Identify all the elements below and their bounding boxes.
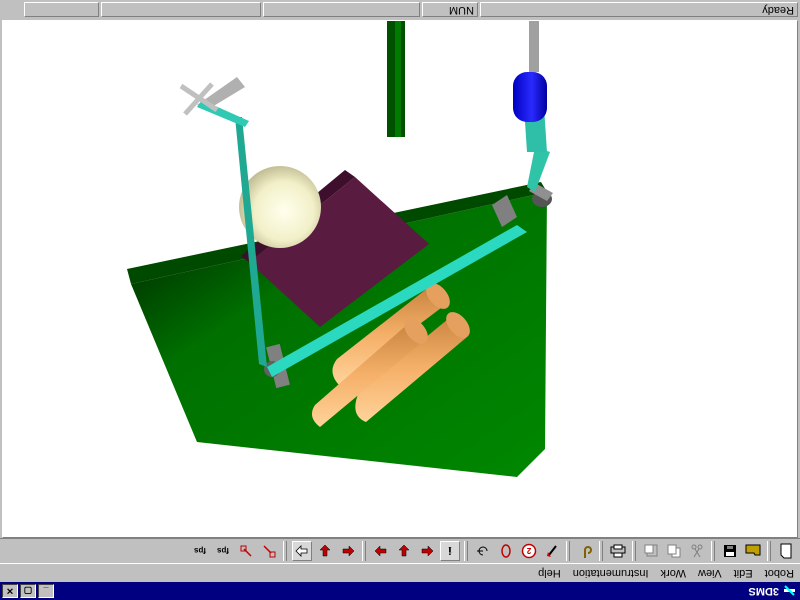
arrow-left-icon bbox=[342, 545, 355, 557]
status-text: Ready bbox=[480, 2, 798, 18]
status-pane-4 bbox=[101, 2, 261, 18]
step-label: 2 bbox=[526, 546, 532, 555]
move-down-button[interactable] bbox=[394, 541, 414, 561]
robot-arrow-button[interactable] bbox=[542, 541, 562, 561]
arrow-right-icon bbox=[295, 545, 308, 557]
move-left-button[interactable] bbox=[417, 541, 437, 561]
toolbar-separator bbox=[283, 541, 287, 561]
paste-icon bbox=[644, 544, 658, 557]
menu-work[interactable]: Work bbox=[655, 567, 692, 579]
copy-icon bbox=[667, 544, 681, 558]
move-left-icon bbox=[421, 545, 434, 557]
new-document-icon bbox=[780, 543, 792, 559]
red-arrow-1-button[interactable] bbox=[259, 541, 279, 561]
robot-arrow-icon bbox=[547, 545, 557, 557]
cut-button[interactable] bbox=[687, 541, 707, 561]
print-button[interactable] bbox=[608, 541, 628, 561]
step-button[interactable]: 2 bbox=[519, 541, 539, 561]
paste-button[interactable] bbox=[641, 541, 661, 561]
menu-instrumentation[interactable]: Instrumentation bbox=[567, 567, 655, 579]
move-down-icon bbox=[398, 544, 410, 557]
toolbar-separator bbox=[464, 541, 468, 561]
close-button[interactable]: ✕ bbox=[2, 584, 18, 598]
3d-viewport[interactable] bbox=[2, 20, 798, 538]
window-title: 3DMS bbox=[748, 585, 779, 597]
status-pane-5 bbox=[24, 2, 99, 18]
open-button[interactable] bbox=[743, 541, 763, 561]
arrow-down-icon bbox=[319, 544, 331, 557]
upper-post-green bbox=[387, 20, 405, 137]
fps-button-2[interactable]: fps bbox=[190, 541, 210, 561]
new-button[interactable] bbox=[776, 541, 796, 561]
status-pane-3 bbox=[263, 2, 420, 18]
maximize-button[interactable]: ▢ bbox=[20, 584, 36, 598]
info-icon: i bbox=[448, 544, 452, 559]
save-disk-icon bbox=[724, 545, 736, 557]
app-icon bbox=[783, 584, 797, 598]
move-right-button[interactable] bbox=[371, 541, 391, 561]
circle-button[interactable] bbox=[496, 541, 516, 561]
target-icon bbox=[477, 546, 488, 556]
app-window: 3DMS _ ▢ ✕ Robot Edit View Work Instrume… bbox=[0, 0, 800, 600]
fps-icon: fps bbox=[217, 546, 229, 556]
save-button[interactable] bbox=[720, 541, 740, 561]
hook-icon bbox=[584, 546, 592, 558]
menu-help[interactable]: Help bbox=[532, 567, 567, 579]
toolbar-separator bbox=[599, 541, 603, 561]
red-arrow-1-icon bbox=[263, 545, 276, 558]
menu-bar: Robot Edit View Work Instrumentation Hel… bbox=[0, 564, 800, 582]
cut-icon bbox=[691, 544, 703, 558]
menu-view[interactable]: View bbox=[692, 567, 728, 579]
status-bar: Ready NUM bbox=[0, 0, 800, 20]
arrow-left-button[interactable] bbox=[338, 541, 358, 561]
toolbar-separator bbox=[767, 541, 771, 561]
move-right-icon bbox=[374, 545, 387, 557]
minimize-button[interactable]: _ bbox=[38, 584, 54, 598]
copy-button[interactable] bbox=[664, 541, 684, 561]
info-button[interactable]: i bbox=[440, 541, 460, 561]
target-button[interactable] bbox=[473, 541, 493, 561]
red-arrow-2-button[interactable] bbox=[236, 541, 256, 561]
menu-edit[interactable]: Edit bbox=[728, 567, 759, 579]
toolbar-separator bbox=[362, 541, 366, 561]
red-arrow-2-icon bbox=[240, 545, 252, 557]
open-folder-icon bbox=[745, 544, 761, 556]
menu-robot[interactable]: Robot bbox=[759, 567, 800, 579]
title-bar[interactable]: 3DMS _ ▢ ✕ bbox=[0, 582, 800, 600]
arrow-down-button[interactable] bbox=[315, 541, 335, 561]
circle-icon bbox=[501, 544, 511, 558]
toolbar-separator bbox=[566, 541, 570, 561]
arrow-right-button[interactable] bbox=[292, 541, 312, 561]
robot-3d-scene bbox=[127, 20, 553, 477]
print-icon bbox=[610, 544, 626, 558]
hook-button[interactable] bbox=[575, 541, 595, 561]
fps-icon: fps bbox=[194, 546, 206, 556]
status-num: NUM bbox=[422, 2, 478, 18]
toolbar-separator bbox=[632, 541, 636, 561]
toolbar-separator bbox=[711, 541, 715, 561]
toolbar: 2 i fps fps bbox=[0, 538, 800, 564]
fps-button-1[interactable]: fps bbox=[213, 541, 233, 561]
